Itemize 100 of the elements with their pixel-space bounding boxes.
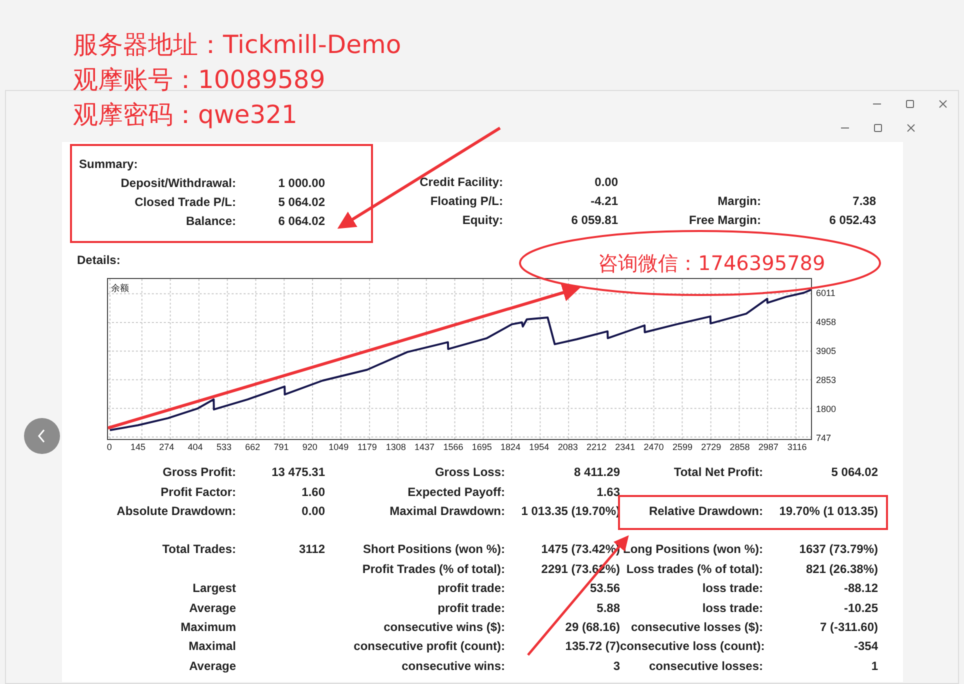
stat-value: 7 (-311.60) xyxy=(818,618,878,636)
stat-label: consecutive wins: xyxy=(400,658,505,675)
stat-label: Maximum xyxy=(180,618,236,636)
stat-value: 29 (68.16) xyxy=(564,618,620,636)
stat-value: -10.25 xyxy=(842,600,878,617)
stat-label: Margin: xyxy=(716,193,761,210)
axis-label: 1566 xyxy=(442,441,464,454)
stat-label: Gross Profit: xyxy=(162,464,236,482)
axis-label: 3905 xyxy=(815,345,838,358)
stat-value: 8 411.29 xyxy=(572,464,620,482)
stat-value: -354 xyxy=(852,638,878,656)
stat-value: 1637 (73.79%) xyxy=(798,541,878,558)
axis-label: 1179 xyxy=(356,441,378,454)
contact-note: 咨询微信：1746395789 xyxy=(598,250,826,277)
stat-value: 3112 xyxy=(298,541,325,558)
axis-label: 0 xyxy=(106,441,113,454)
axis-label: 1954 xyxy=(528,441,550,454)
stat-label: Balance: xyxy=(184,213,236,230)
stat-value: 5 064.02 xyxy=(830,464,878,482)
series-label: 余额 xyxy=(111,282,129,295)
stat-value: 5.88 xyxy=(596,600,620,617)
stat-label: Profit Trades (% of total): xyxy=(361,560,505,578)
axis-label: 2083 xyxy=(556,441,579,454)
axis-label: 1049 xyxy=(328,441,350,454)
axis-label: 6011 xyxy=(815,287,836,300)
stat-value: 821 (26.38%) xyxy=(804,560,878,578)
stat-label: Expected Payoff: xyxy=(406,484,505,501)
stat-label: Absolute Drawdown: xyxy=(116,502,236,520)
stat-label: Average xyxy=(188,600,236,617)
axis-label: 2729 xyxy=(700,441,722,454)
stat-label: loss trade: xyxy=(701,580,763,598)
axis-label: 2470 xyxy=(642,441,665,454)
stat-value: 53.56 xyxy=(588,580,620,598)
stat-label: consecutive loss (count): xyxy=(620,638,763,656)
stat-value: 7.38 xyxy=(852,193,876,210)
stat-value: 3 xyxy=(612,658,620,675)
axis-label: 3116 xyxy=(786,441,808,454)
axis-label: 2987 xyxy=(757,441,780,454)
stat-label: Maximal xyxy=(188,638,236,656)
stat-value: -88.12 xyxy=(842,580,878,598)
stat-label: Relative Drawdown: xyxy=(648,502,763,520)
axis-label: 662 xyxy=(244,441,262,454)
stat-label: Gross Loss: xyxy=(434,464,505,482)
maximize-icon[interactable] xyxy=(873,123,883,133)
stat-label: Total Trades: xyxy=(161,541,236,558)
axis-label: 274 xyxy=(158,441,176,454)
axis-label: 2341 xyxy=(614,441,636,454)
axis-label: 2212 xyxy=(585,441,608,454)
stat-label: consecutive wins ($): xyxy=(382,618,505,636)
annotation-text: 观摩密码：qwe321 xyxy=(73,99,298,131)
axis-label: 533 xyxy=(215,441,232,454)
stat-label: consecutive profit (count): xyxy=(352,638,505,656)
stat-label: Closed Trade P/L: xyxy=(134,194,236,211)
annotation-text: 观摩账号：10089589 xyxy=(73,64,326,96)
stat-value: 0.00 xyxy=(300,502,325,520)
stat-label: Deposit/Withdrawal: xyxy=(120,175,236,192)
axis-label: 4958 xyxy=(815,316,838,329)
stat-label: consecutive losses: xyxy=(648,658,763,675)
stat-label: Maximal Drawdown: xyxy=(388,502,505,520)
section-title: Summary: xyxy=(79,156,139,173)
stat-label: consecutive losses ($): xyxy=(630,618,763,636)
axis-label: 1800 xyxy=(815,403,838,416)
axis-label: 1824 xyxy=(500,441,522,454)
stat-label: Floating P/L: xyxy=(429,193,503,210)
stat-label: Short Positions (won %): xyxy=(362,541,505,558)
stat-value: 1.63 xyxy=(596,484,620,501)
stat-value: -4.21 xyxy=(590,193,618,210)
axis-label: 2853 xyxy=(815,374,838,387)
stat-label: profit trade: xyxy=(436,580,505,598)
stat-value: 13 475.31 xyxy=(270,464,325,482)
stat-label: Average xyxy=(188,658,236,675)
stat-value: 6 059.81 xyxy=(570,212,618,229)
close-icon[interactable] xyxy=(938,99,948,109)
stat-label: Equity: xyxy=(461,212,503,229)
stat-label: profit trade: xyxy=(436,600,505,617)
stat-label: Total Net Profit: xyxy=(672,464,763,482)
axis-label: 2599 xyxy=(671,441,694,454)
axis-label: 145 xyxy=(129,441,146,454)
stat-label: loss trade: xyxy=(701,600,763,617)
axis-label: 1437 xyxy=(414,441,436,454)
section-title: Details: xyxy=(77,252,120,269)
stat-value: 1 xyxy=(870,658,878,675)
stat-value: 1.60 xyxy=(300,484,325,501)
stat-value: 6 052.43 xyxy=(828,212,876,229)
axis-label: 791 xyxy=(272,441,290,454)
stat-label: Credit Facility: xyxy=(418,174,503,191)
stat-value: 0.00 xyxy=(594,174,618,191)
stat-label: Free Margin: xyxy=(688,212,761,229)
stat-value: 19.70% (1 013.35) xyxy=(778,502,878,520)
stat-value: 1 000.00 xyxy=(277,175,325,192)
axis-label: 1308 xyxy=(384,441,407,454)
axis-label: 1695 xyxy=(470,441,493,454)
maximize-icon[interactable] xyxy=(905,99,915,109)
axis-label: 404 xyxy=(186,441,204,454)
close-icon[interactable] xyxy=(906,123,916,133)
axis-label: 920 xyxy=(301,441,318,454)
stat-label: Profit Factor: xyxy=(160,484,236,501)
axis-label: 2858 xyxy=(728,441,751,454)
stat-label: Largest xyxy=(192,580,236,598)
stat-value: 6 064.02 xyxy=(277,213,325,230)
